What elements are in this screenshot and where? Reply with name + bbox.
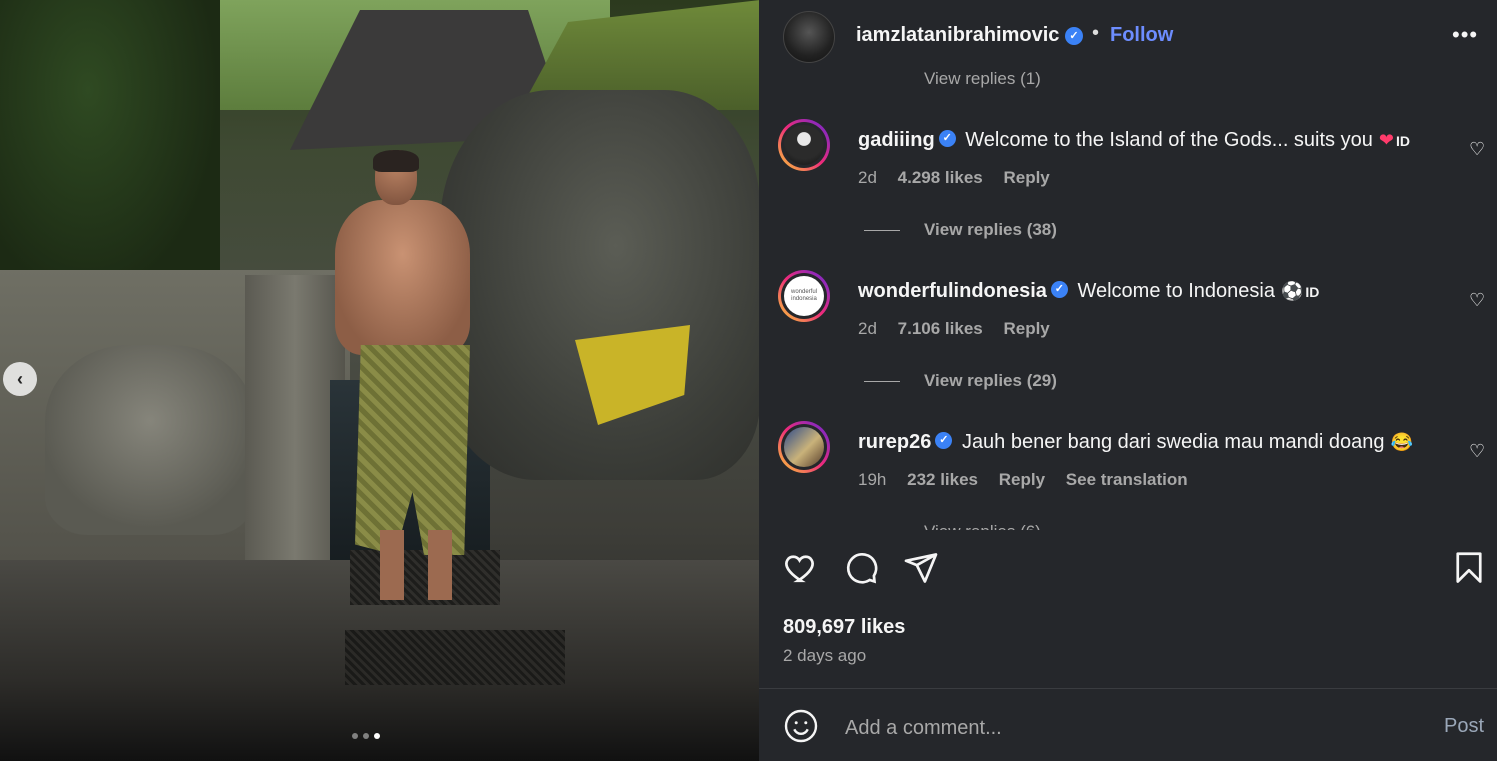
like-button[interactable] bbox=[783, 550, 823, 590]
author-avatar[interactable] bbox=[783, 11, 835, 63]
view-replies-button[interactable]: View replies (38) bbox=[864, 220, 1057, 240]
comment-text-line: rurep26 ✓ Jauh bener bang dari swedia mau… bbox=[858, 431, 1413, 454]
commenter-avatar[interactable] bbox=[778, 119, 830, 171]
avatar-image bbox=[784, 427, 824, 467]
share-button[interactable] bbox=[903, 550, 943, 590]
comments-list[interactable]: View replies (1) gadiiing ✓ Welcome to th… bbox=[759, 72, 1497, 530]
carousel-dot bbox=[363, 733, 369, 739]
verified-icon: ✓ bbox=[935, 432, 953, 450]
view-replies-button[interactable]: View replies (29) bbox=[864, 371, 1057, 391]
verified-icon: ✓ bbox=[938, 130, 956, 148]
comment-icon bbox=[846, 552, 878, 584]
post-image[interactable]: ‹ bbox=[0, 0, 759, 761]
commenter-avatar[interactable] bbox=[778, 421, 830, 473]
commenter-avatar[interactable]: wonderful indonesia bbox=[778, 270, 830, 322]
soccer-ball-emoji: ⚽ bbox=[1281, 281, 1304, 301]
view-replies-label: View replies (38) bbox=[924, 220, 1057, 239]
emoji-icon bbox=[784, 709, 818, 743]
comment-username[interactable]: rurep26 bbox=[858, 431, 931, 453]
reply-button[interactable]: Reply bbox=[1003, 319, 1049, 338]
view-replies-label: View replies (29) bbox=[924, 371, 1057, 390]
person-sarong bbox=[355, 345, 470, 555]
comment-age: 2d bbox=[858, 168, 877, 187]
comment-item: wonderful indonesia wonderfulindonesia ✓ … bbox=[759, 270, 1497, 380]
avatar-image: wonderful indonesia bbox=[784, 276, 824, 316]
person-legs bbox=[380, 530, 460, 600]
divider bbox=[759, 688, 1497, 689]
comment-username[interactable]: wonderfulindonesia bbox=[858, 280, 1047, 302]
carousel-dot bbox=[352, 733, 358, 739]
comment-meta: 2d 4.298 likes Reply bbox=[858, 168, 1066, 188]
comment-text: Jauh bener bang dari swedia mau mandi do… bbox=[961, 431, 1385, 453]
comment-item: rurep26 ✓ Jauh bener bang dari swedia mau… bbox=[759, 421, 1497, 530]
verified-icon: ✓ bbox=[1065, 27, 1083, 45]
metal-grate bbox=[345, 630, 565, 685]
comment-like-heart-icon[interactable]: ♡ bbox=[1469, 290, 1485, 311]
post-header: iamzlatanibrahimovic ✓ • Follow ••• bbox=[759, 0, 1497, 72]
carousel-dots bbox=[352, 733, 380, 739]
follow-button[interactable]: Follow bbox=[1110, 24, 1173, 47]
comment-text-line: gadiiing ✓ Welcome to the Island of the G… bbox=[858, 129, 1410, 152]
heart-icon bbox=[785, 555, 814, 583]
background-trees bbox=[0, 0, 220, 300]
comment-meta: 2d 7.106 likes Reply bbox=[858, 319, 1066, 339]
carousel-prev-button[interactable]: ‹ bbox=[3, 362, 37, 396]
comment-item: gadiiing ✓ Welcome to the Island of the G… bbox=[759, 119, 1497, 229]
comment-likes[interactable]: 232 likes bbox=[907, 470, 978, 489]
carousel-dot-active bbox=[374, 733, 380, 739]
share-icon bbox=[904, 553, 938, 583]
lang-tag: ID bbox=[1305, 284, 1320, 300]
comment-likes[interactable]: 4.298 likes bbox=[898, 168, 983, 187]
post-side-panel: iamzlatanibrahimovic ✓ • Follow ••• View… bbox=[759, 0, 1497, 761]
view-replies-cutoff[interactable]: View replies (6) bbox=[924, 522, 1041, 530]
more-icon[interactable]: ••• bbox=[1452, 22, 1478, 48]
comment-likes[interactable]: 7.106 likes bbox=[898, 319, 983, 338]
comment-text: Welcome to Indonesia bbox=[1077, 280, 1275, 302]
view-replies-cutoff[interactable]: View replies (1) bbox=[924, 72, 1041, 89]
bookmark-icon bbox=[1456, 552, 1482, 583]
verified-icon: ✓ bbox=[1050, 281, 1068, 299]
person-torso bbox=[335, 200, 470, 355]
person-figure bbox=[325, 150, 485, 600]
avatar-image bbox=[784, 125, 824, 165]
comment-username[interactable]: gadiiing bbox=[858, 129, 935, 151]
author-username[interactable]: iamzlatanibrahimovic bbox=[856, 24, 1059, 47]
lang-tag: ID bbox=[1395, 133, 1410, 149]
comment-like-heart-icon[interactable]: ♡ bbox=[1469, 441, 1485, 462]
comment-like-heart-icon[interactable]: ♡ bbox=[1469, 139, 1485, 160]
comment-meta: 19h 232 likes Reply See translation bbox=[858, 470, 1204, 490]
comment-text: Welcome to the Island of the Gods... sui… bbox=[965, 129, 1373, 151]
likes-count[interactable]: 809,697 likes bbox=[783, 616, 905, 639]
heart-emoji: ❤ bbox=[1378, 130, 1394, 150]
comment-age: 19h bbox=[858, 470, 887, 489]
reply-button[interactable]: Reply bbox=[1003, 168, 1049, 187]
reply-button[interactable]: Reply bbox=[999, 470, 1045, 489]
person-hair bbox=[373, 150, 419, 172]
emoji-picker-button[interactable] bbox=[783, 708, 819, 744]
lotus-carving bbox=[45, 345, 255, 535]
chevron-left-icon: ‹ bbox=[17, 368, 23, 389]
comment-text-line: wonderfulindonesia ✓ Welcome to Indonesia… bbox=[858, 280, 1319, 303]
avatar-logo-text: wonderful indonesia bbox=[790, 289, 817, 302]
comment-input[interactable] bbox=[843, 712, 1407, 744]
header-separator: • bbox=[1092, 22, 1100, 44]
laughing-emoji: 😂 bbox=[1390, 432, 1413, 452]
see-translation-button[interactable]: See translation bbox=[1066, 470, 1188, 489]
post-comment-button[interactable]: Post bbox=[1444, 715, 1484, 738]
save-button[interactable] bbox=[1451, 550, 1491, 590]
comment-button[interactable] bbox=[843, 550, 883, 590]
post-actions-bar bbox=[759, 550, 1497, 596]
comment-age: 2d bbox=[858, 319, 877, 338]
divider-line bbox=[864, 381, 900, 383]
post-timestamp[interactable]: 2 days ago bbox=[783, 646, 866, 666]
divider-line bbox=[864, 230, 900, 232]
